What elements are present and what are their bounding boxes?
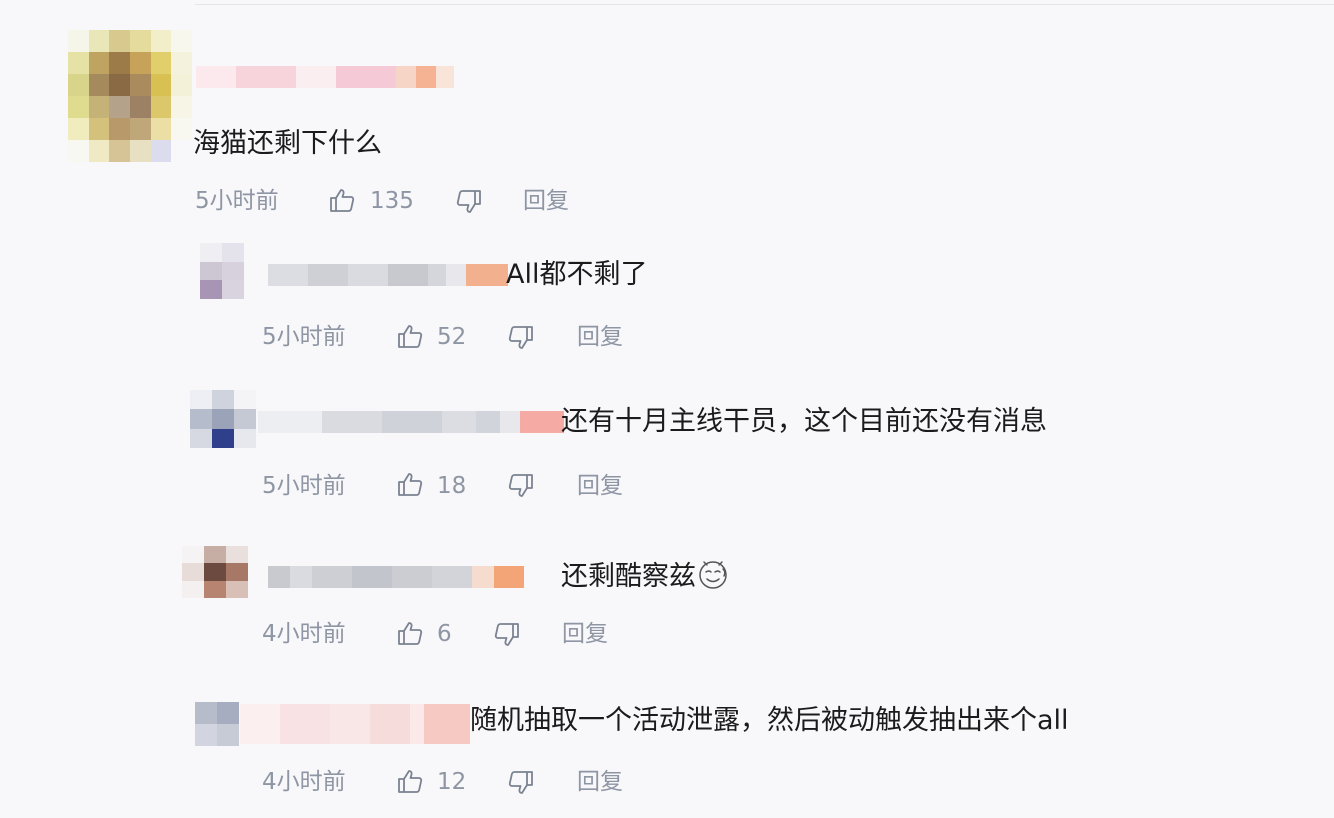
- comment-time: 5小时前: [262, 473, 346, 499]
- thumbs-down-icon[interactable]: [507, 769, 535, 797]
- thumbs-down-icon[interactable]: [493, 621, 521, 649]
- comment-time: 5小时前: [262, 324, 346, 350]
- thumbs-down-icon[interactable]: [455, 188, 483, 216]
- thumbs-up-icon[interactable]: [396, 322, 424, 350]
- comment-text: 随机抽取一个活动泄露，然后被动触发抽出来个all: [470, 705, 1069, 736]
- like-count: 135: [370, 188, 414, 214]
- avatar[interactable]: [195, 702, 239, 746]
- avatar[interactable]: [68, 30, 192, 162]
- comment-text: 海猫还剩下什么: [193, 128, 382, 159]
- thumbs-down-icon[interactable]: [507, 324, 535, 352]
- reply-button[interactable]: 回复: [523, 186, 569, 216]
- thumbs-up-icon[interactable]: [396, 767, 424, 795]
- comment-time: 5小时前: [195, 188, 279, 214]
- thumbs-up-icon[interactable]: [328, 186, 356, 214]
- username[interactable]: [268, 566, 524, 588]
- thumbs-down-icon[interactable]: [507, 472, 535, 500]
- top-divider: [195, 4, 1334, 5]
- avatar[interactable]: [182, 546, 248, 598]
- like-count: 52: [437, 324, 467, 350]
- reply-button[interactable]: 回复: [577, 471, 623, 501]
- comment-text: 还有十月主线干员，这个目前还没有消息: [561, 406, 1047, 437]
- username[interactable]: [258, 411, 564, 433]
- like-count: 6: [437, 621, 452, 647]
- thumbs-up-icon[interactable]: [396, 619, 424, 647]
- reply-button[interactable]: 回复: [562, 619, 608, 649]
- smile-emoji-icon: [696, 557, 730, 591]
- username[interactable]: [268, 264, 508, 286]
- reply-button[interactable]: 回复: [577, 767, 623, 797]
- thumbs-up-icon[interactable]: [396, 470, 424, 498]
- username[interactable]: [196, 66, 454, 88]
- comment-time: 4小时前: [262, 621, 346, 647]
- avatar[interactable]: [190, 390, 256, 448]
- comment-text: All都不剩了: [506, 259, 648, 290]
- avatar[interactable]: [200, 243, 244, 299]
- username[interactable]: [240, 704, 470, 744]
- comment-time: 4小时前: [262, 769, 346, 795]
- comment-text: 还剩酷察兹: [561, 557, 730, 594]
- reply-button[interactable]: 回复: [577, 322, 623, 352]
- like-count: 12: [437, 769, 467, 795]
- like-count: 18: [437, 473, 467, 499]
